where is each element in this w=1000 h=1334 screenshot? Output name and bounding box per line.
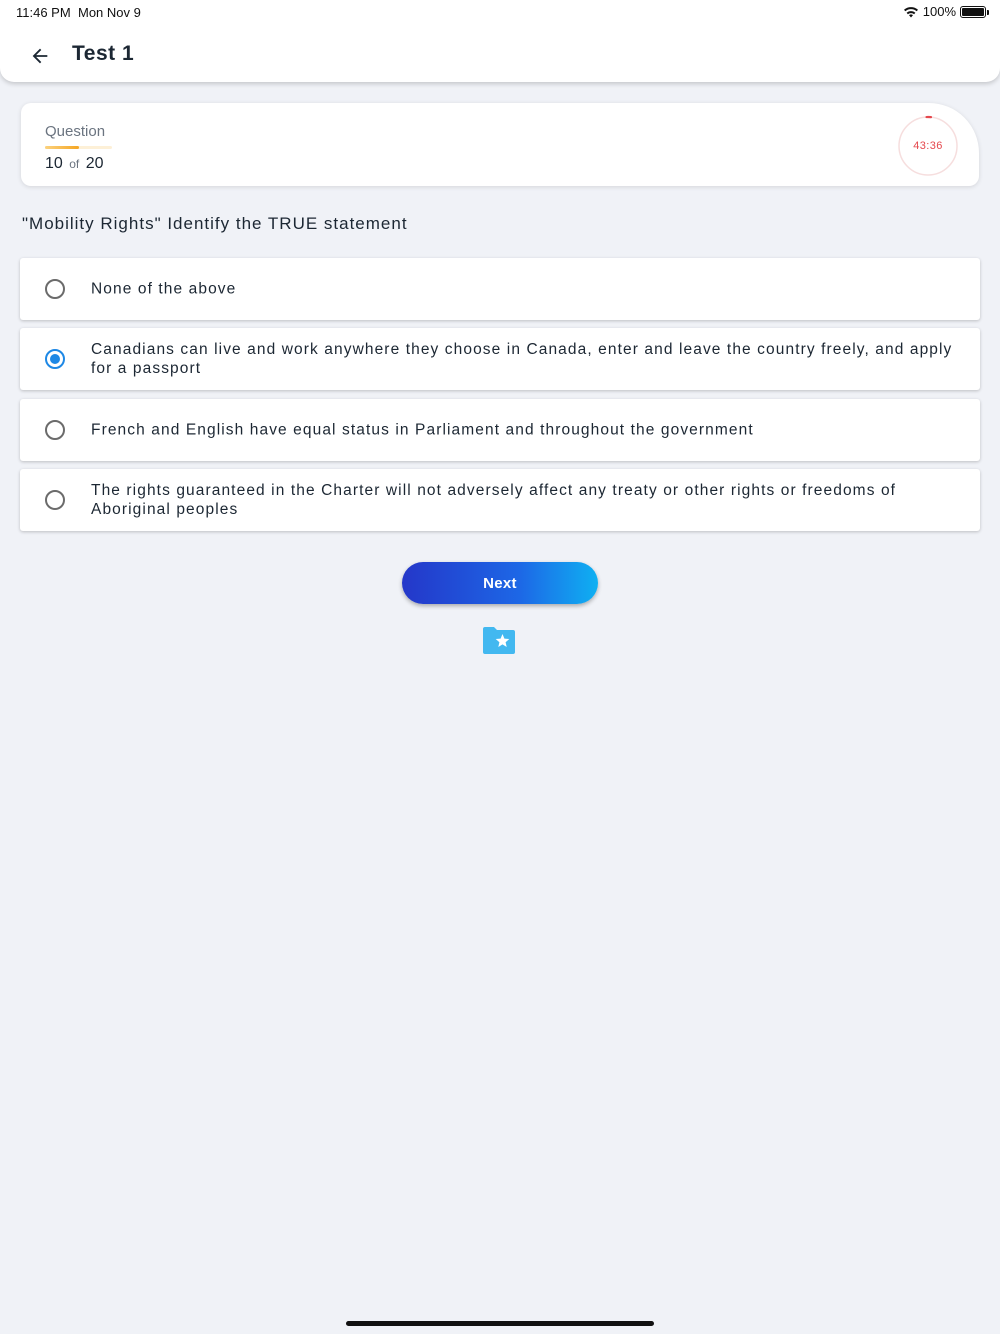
bookmark-button[interactable] [481,625,517,657]
timer-text: 43:36 [913,140,943,152]
battery-percent: 100% [922,4,956,19]
question-label: Question [45,123,106,140]
answer-option-4[interactable]: The rights guaranteed in the Charter wil… [20,469,980,531]
answer-option-label: The rights guaranteed in the Charter wil… [91,482,897,518]
answer-option-1[interactable]: None of the above [20,258,980,320]
status-date: Mon Nov 9 [78,5,141,20]
radio-button[interactable] [45,490,65,510]
answer-option-label: None of the above [91,280,237,298]
page-title: Test 1 [72,42,135,65]
arrow-left-icon [32,48,48,64]
radio-button[interactable] [45,279,65,299]
question-total: 20 [85,155,104,172]
radio-button[interactable] [45,349,65,369]
countdown-timer: 43:36 [896,114,960,178]
wifi-icon [903,6,918,17]
folder-star-icon [483,627,515,654]
battery-icon [960,5,989,18]
status-time: 11:46 PM [16,5,71,20]
next-button[interactable]: Next [402,562,598,604]
question-progress-fill [45,146,79,149]
radio-button[interactable] [45,420,65,440]
status-bar: 11:46 PM Mon Nov 9 100% [0,0,1000,24]
question-of: of [69,157,80,171]
answer-option-3[interactable]: French and English have equal status in … [20,399,980,461]
question-text: "Mobility Rights" Identify the TRUE stat… [22,214,408,233]
question-counter: 10 of 20 [45,155,104,173]
answer-option-label: French and English have equal status in … [91,421,754,439]
question-progress-bar [45,146,112,149]
question-current: 10 [45,155,63,172]
back-button[interactable] [26,42,54,70]
home-indicator [346,1321,654,1326]
question-progress-card: Question 10 of 20 43:36 [21,103,979,186]
answer-option-2[interactable]: Canadians can live and work anywhere the… [20,328,980,390]
status-indicators: 100% [903,4,989,19]
answer-option-label: Canadians can live and work anywhere the… [91,341,953,377]
